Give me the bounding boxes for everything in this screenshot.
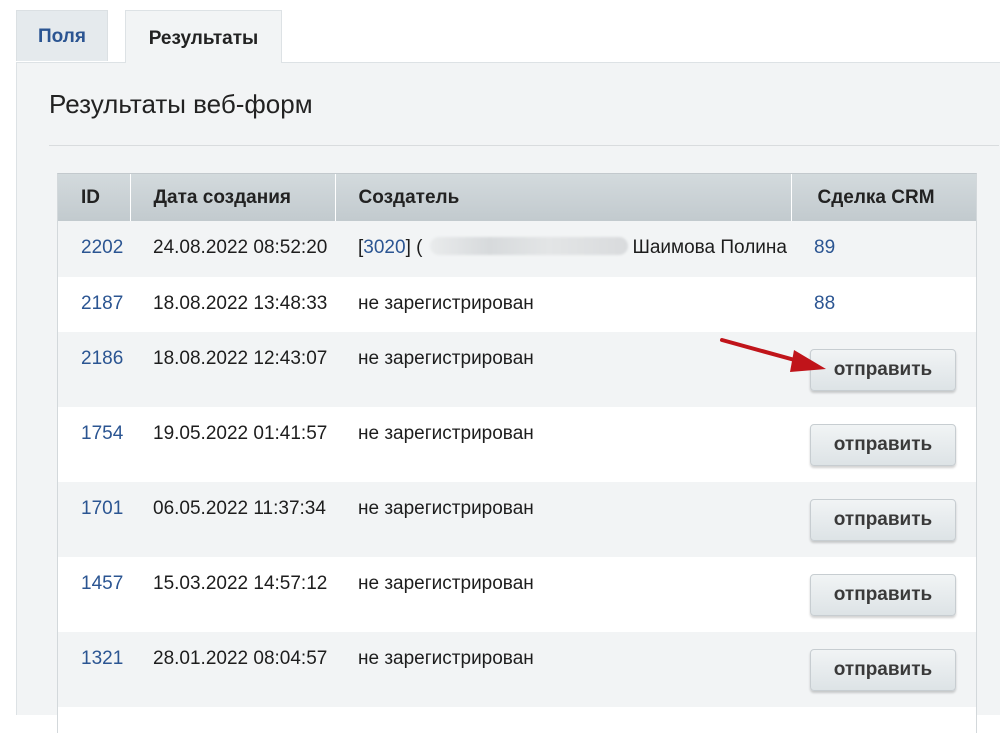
result-id-cell: 1457 — [58, 557, 130, 632]
creator-cell: не зарегистрирован — [335, 557, 791, 632]
table-header-row: ID Дата создания Создатель Сделка CRM — [58, 174, 976, 221]
page-title: Результаты веб-форм — [49, 89, 313, 119]
crm-deal-link[interactable]: 89 — [814, 237, 835, 258]
tab-fields[interactable]: Поля — [16, 10, 108, 61]
creator-cell: не зарегистрирован — [335, 482, 791, 557]
table-row: 2187 18.08.2022 13:48:33 не зарегистриро… — [58, 277, 976, 332]
red-arrow-icon — [720, 338, 826, 372]
result-id-link[interactable]: 1701 — [81, 498, 123, 519]
date-cell: 19.05.2022 01:41:57 — [130, 407, 335, 482]
table-row: 2186 18.08.2022 12:43:07 не зарегистриро… — [58, 332, 976, 407]
creator-cell: не зарегистрирован — [335, 407, 791, 482]
result-id-cell: 1321 — [58, 632, 130, 707]
redacted-email — [430, 237, 629, 255]
creator-cell: не зарегистрирован — [335, 632, 791, 707]
crm-deal-link[interactable]: 88 — [814, 293, 835, 314]
column-header-date[interactable]: Дата создания — [130, 174, 336, 221]
date-cell: 06.05.2022 11:37:34 — [130, 482, 335, 557]
crm-deal-cell: 89 — [791, 221, 976, 277]
date-cell: 18.08.2022 13:48:33 — [130, 277, 335, 332]
table-row: 1457 15.03.2022 14:57:12 не зарегистриро… — [58, 557, 976, 632]
date-cell: 24.08.2022 08:52:20 — [130, 221, 335, 277]
result-id-link[interactable]: 1754 — [81, 423, 123, 444]
crm-deal-cell: отправить — [791, 557, 976, 632]
result-id-link[interactable]: 2202 — [81, 237, 123, 258]
send-to-crm-button[interactable]: отправить — [810, 574, 956, 616]
result-id-cell: 1701 — [58, 482, 130, 557]
date-cell: 28.01.2022 08:04:57 — [130, 632, 335, 707]
table-row: 2202 24.08.2022 08:52:20 [3020] (Шаимова… — [58, 221, 976, 277]
result-id-cell: 1754 — [58, 407, 130, 482]
crm-deal-cell: отправить — [791, 482, 976, 557]
results-table-container: ID Дата создания Создатель Сделка CRM 22… — [57, 173, 977, 733]
results-table: ID Дата создания Создатель Сделка CRM 22… — [58, 174, 976, 707]
result-id-link[interactable]: 1321 — [81, 648, 123, 669]
tab-results[interactable]: Результаты — [125, 10, 282, 63]
crm-deal-cell: отправить — [791, 407, 976, 482]
column-header-id[interactable]: ID — [58, 174, 131, 221]
date-cell: 18.08.2022 12:43:07 — [130, 332, 335, 407]
result-id-link[interactable]: 2187 — [81, 293, 123, 314]
send-to-crm-button[interactable]: отправить — [810, 499, 956, 541]
column-header-crm-deal[interactable]: Сделка CRM — [791, 174, 976, 221]
table-row: 1701 06.05.2022 11:37:34 не зарегистриро… — [58, 482, 976, 557]
table-row: 1754 19.05.2022 01:41:57 не зарегистриро… — [58, 407, 976, 482]
column-header-creator[interactable]: Создатель — [335, 174, 792, 221]
send-to-crm-button[interactable]: отправить — [810, 649, 956, 691]
send-to-crm-button[interactable]: отправить — [810, 349, 956, 391]
crm-deal-cell: 88 — [791, 277, 976, 332]
date-cell: 15.03.2022 14:57:12 — [130, 557, 335, 632]
result-id-link[interactable]: 2186 — [81, 348, 123, 369]
send-to-crm-button[interactable]: отправить — [810, 424, 956, 466]
result-id-link[interactable]: 1457 — [81, 573, 123, 594]
table-row: 1321 28.01.2022 08:04:57 не зарегистриро… — [58, 632, 976, 707]
result-id-cell: 2202 — [58, 221, 130, 277]
creator-bracket-close: ] ( — [405, 237, 423, 258]
result-id-cell: 2186 — [58, 332, 130, 407]
creator-id-link[interactable]: 3020 — [363, 237, 405, 258]
crm-deal-cell: отправить — [791, 632, 976, 707]
creator-name: Шаимова Полина — [632, 237, 787, 258]
tab-bar: Поля Результаты — [0, 0, 1000, 63]
results-panel: Результаты веб-форм ID Дата создания Соз… — [16, 62, 1000, 733]
creator-cell: не зарегистрирован — [335, 277, 791, 332]
result-id-cell: 2187 — [58, 277, 130, 332]
creator-cell: [3020] (Шаимова Полина — [335, 221, 791, 277]
title-divider — [49, 145, 999, 146]
